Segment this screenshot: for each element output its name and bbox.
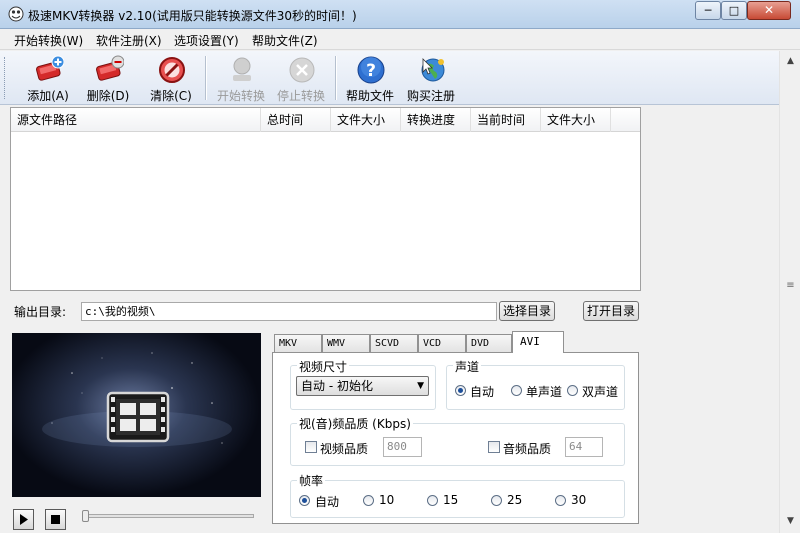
tab-dvd[interactable]: DVD bbox=[466, 334, 512, 352]
minimize-button[interactable]: ─ bbox=[695, 1, 721, 20]
scroll-up-icon[interactable]: ▲ bbox=[782, 53, 799, 70]
fps-30-radio[interactable] bbox=[555, 495, 566, 506]
buy-register-label: 购买注册 bbox=[406, 89, 455, 103]
fps-15-label: 15 bbox=[443, 493, 459, 507]
film-reel-icon bbox=[42, 352, 232, 447]
delete-button[interactable]: 删除(D) bbox=[77, 53, 139, 103]
audio-quality-checkbox[interactable] bbox=[488, 441, 500, 453]
audio-quality-input[interactable]: 64 bbox=[565, 437, 603, 457]
stop-button[interactable] bbox=[45, 509, 66, 530]
vertical-scrollbar[interactable]: ▲ ≡ ▼ bbox=[779, 51, 800, 533]
close-icon: ✕ bbox=[763, 3, 775, 17]
video-quality-checkbox[interactable] bbox=[305, 441, 317, 453]
help-icon: ? bbox=[357, 56, 385, 84]
tab-wmv[interactable]: WMV bbox=[322, 334, 370, 352]
channel-mono-radio[interactable] bbox=[511, 385, 522, 396]
window-title: 极速MKV转换器 v2.10(试用版只能转换源文件30秒的时间！) bbox=[28, 9, 357, 23]
tab-scvd[interactable]: SCVD bbox=[370, 334, 418, 352]
open-dir-button[interactable]: 打开目录 bbox=[583, 301, 639, 321]
stop-convert-label: 停止转换 bbox=[276, 89, 325, 103]
maximize-icon: □ bbox=[728, 4, 740, 17]
add-button[interactable]: 添加(A) bbox=[17, 53, 79, 103]
play-button[interactable] bbox=[13, 509, 34, 530]
fps-25-radio[interactable] bbox=[491, 495, 502, 506]
stop-convert-icon bbox=[289, 57, 315, 83]
tab-vcd[interactable]: VCD bbox=[418, 334, 466, 352]
menu-bar: 开始转换(W) 软件注册(X) 选项设置(Y) 帮助文件(Z) bbox=[0, 29, 800, 50]
fps-auto-radio[interactable] bbox=[299, 495, 310, 506]
scroll-down-icon[interactable]: ▼ bbox=[782, 513, 799, 530]
scroll-grip-icon[interactable]: ≡ bbox=[784, 280, 797, 292]
minimize-icon: ─ bbox=[704, 4, 712, 17]
start-convert-button[interactable]: 开始转换 bbox=[210, 53, 272, 103]
svg-text:?: ? bbox=[366, 61, 376, 81]
fps-auto-label: 自动 bbox=[315, 495, 340, 509]
column-output-size[interactable]: 文件大小 bbox=[541, 108, 611, 132]
audio-quality-label: 音频品质 bbox=[503, 442, 552, 456]
buy-register-button[interactable]: 购买注册 bbox=[400, 53, 462, 103]
channel-mono-label: 单声道 bbox=[526, 385, 563, 399]
help-label: 帮助文件 bbox=[345, 89, 394, 103]
video-quality-input[interactable]: 800 bbox=[383, 437, 422, 457]
menu-start-convert[interactable]: 开始转换(W) bbox=[14, 32, 83, 49]
quality-label: 视(音)频品质 (Kbps) bbox=[297, 415, 413, 432]
video-size-label: 视频尺寸 bbox=[297, 358, 350, 375]
fps-10-label: 10 bbox=[379, 493, 395, 507]
column-source-path[interactable]: 源文件路径 bbox=[11, 108, 261, 132]
help-button[interactable]: ? 帮助文件 bbox=[339, 53, 401, 103]
clear-icon bbox=[159, 57, 185, 83]
tab-mkv[interactable]: MKV bbox=[274, 334, 322, 352]
column-file-size[interactable]: 文件大小 bbox=[331, 108, 401, 132]
add-icon bbox=[36, 55, 64, 81]
toolbar-separator bbox=[335, 56, 337, 100]
column-total-time[interactable]: 总时间 bbox=[261, 108, 331, 132]
fps-label: 帧率 bbox=[297, 472, 326, 489]
fps-15-radio[interactable] bbox=[427, 495, 438, 506]
video-quality-label: 视频品质 bbox=[320, 442, 369, 456]
toolbar-separator bbox=[205, 56, 207, 100]
clear-button[interactable]: 清除(C) bbox=[140, 53, 202, 103]
fps-25-label: 25 bbox=[507, 493, 523, 507]
column-progress[interactable]: 转换进度 bbox=[401, 108, 471, 132]
output-dir-label: 输出目录: bbox=[14, 305, 67, 319]
toolbar-grip bbox=[4, 57, 7, 99]
column-current-time[interactable]: 当前时间 bbox=[471, 108, 541, 132]
menu-help[interactable]: 帮助文件(Z) bbox=[252, 32, 318, 49]
seek-slider[interactable] bbox=[82, 510, 89, 522]
delete-label: 删除(D) bbox=[86, 89, 130, 103]
select-dir-button[interactable]: 选择目录 bbox=[499, 301, 555, 321]
video-size-select[interactable]: 自动 - 初始化 ▼ bbox=[296, 376, 429, 396]
channel-auto-label: 自动 bbox=[470, 385, 495, 399]
chevron-down-icon: ▼ bbox=[417, 381, 424, 391]
maximize-button[interactable]: □ bbox=[721, 1, 747, 20]
video-size-value: 自动 - 初始化 bbox=[301, 379, 373, 393]
title-bar: 极速MKV转换器 v2.10(试用版只能转换源文件30秒的时间！) ─ □ ✕ bbox=[0, 0, 800, 29]
add-label: 添加(A) bbox=[27, 89, 69, 103]
channel-auto-radio[interactable] bbox=[455, 385, 466, 396]
menu-options[interactable]: 选项设置(Y) bbox=[174, 32, 239, 49]
channel-stereo-label: 双声道 bbox=[582, 385, 619, 399]
channel-stereo-radio[interactable] bbox=[567, 385, 578, 396]
menu-register[interactable]: 软件注册(X) bbox=[96, 32, 162, 49]
play-icon bbox=[20, 514, 28, 525]
file-table-header: 源文件路径 总时间 文件大小 转换进度 当前时间 文件大小 bbox=[11, 108, 640, 132]
output-dir-input[interactable]: c:\我的视频\ bbox=[81, 302, 497, 321]
seek-track[interactable] bbox=[82, 514, 254, 518]
delete-icon bbox=[96, 55, 124, 81]
start-convert-icon bbox=[233, 57, 251, 81]
tab-avi[interactable]: AVI bbox=[512, 331, 564, 353]
fps-10-radio[interactable] bbox=[363, 495, 374, 506]
toolbar: 添加(A) 删除(D) 清除(C) 开始转换 停止转换 ? 帮助文件 购买注册 bbox=[0, 51, 779, 105]
stop-convert-button[interactable]: 停止转换 bbox=[270, 53, 332, 103]
buy-register-icon bbox=[421, 58, 445, 82]
close-button[interactable]: ✕ bbox=[747, 1, 791, 20]
audio-channel-label: 声道 bbox=[453, 358, 482, 375]
app-icon bbox=[8, 6, 24, 22]
file-list[interactable]: 源文件路径 总时间 文件大小 转换进度 当前时间 文件大小 bbox=[10, 107, 641, 291]
stop-icon bbox=[51, 515, 60, 524]
clear-label: 清除(C) bbox=[150, 89, 192, 103]
video-preview bbox=[12, 333, 261, 497]
start-convert-label: 开始转换 bbox=[216, 89, 265, 103]
fps-30-label: 30 bbox=[571, 493, 587, 507]
